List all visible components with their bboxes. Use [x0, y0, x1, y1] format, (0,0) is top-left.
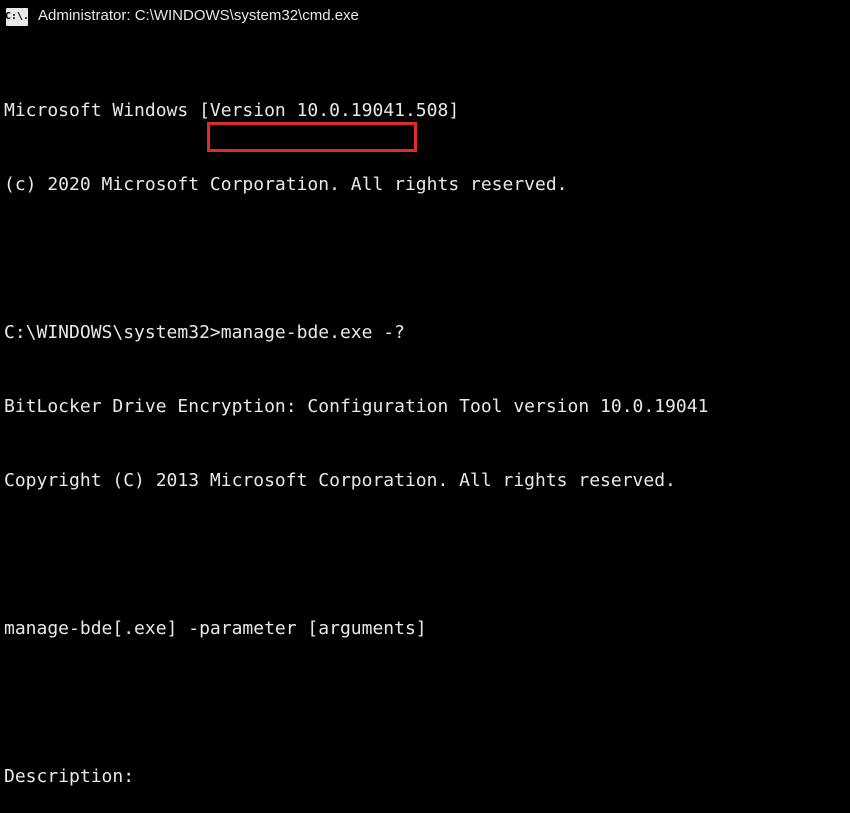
blank-line [4, 247, 846, 272]
terminal-area[interactable]: Microsoft Windows [Version 10.0.19041.50… [0, 34, 850, 813]
blank-line [4, 691, 846, 716]
cmd-icon: C:\. [6, 8, 28, 26]
usage-line: manage-bde[.exe] -parameter [arguments] [4, 617, 846, 642]
blank-line [4, 543, 846, 568]
banner-line-2: (c) 2020 Microsoft Corporation. All righ… [4, 173, 846, 198]
prompt-line: C:\WINDOWS\system32>manage-bde.exe -? [4, 321, 846, 346]
description-heading: Description: [4, 765, 846, 790]
window-title: Administrator: C:\WINDOWS\system32\cmd.e… [38, 6, 359, 27]
tool-header-2: Copyright (C) 2013 Microsoft Corporation… [4, 469, 846, 494]
prompt-path: C:\WINDOWS\system32> [4, 322, 221, 343]
cmd-window: C:\. Administrator: C:\WINDOWS\system32\… [0, 0, 850, 813]
titlebar[interactable]: C:\. Administrator: C:\WINDOWS\system32\… [0, 0, 850, 34]
tool-header-1: BitLocker Drive Encryption: Configuratio… [4, 395, 846, 420]
entered-command: manage-bde.exe -? [221, 322, 405, 343]
banner-line-1: Microsoft Windows [Version 10.0.19041.50… [4, 99, 846, 124]
